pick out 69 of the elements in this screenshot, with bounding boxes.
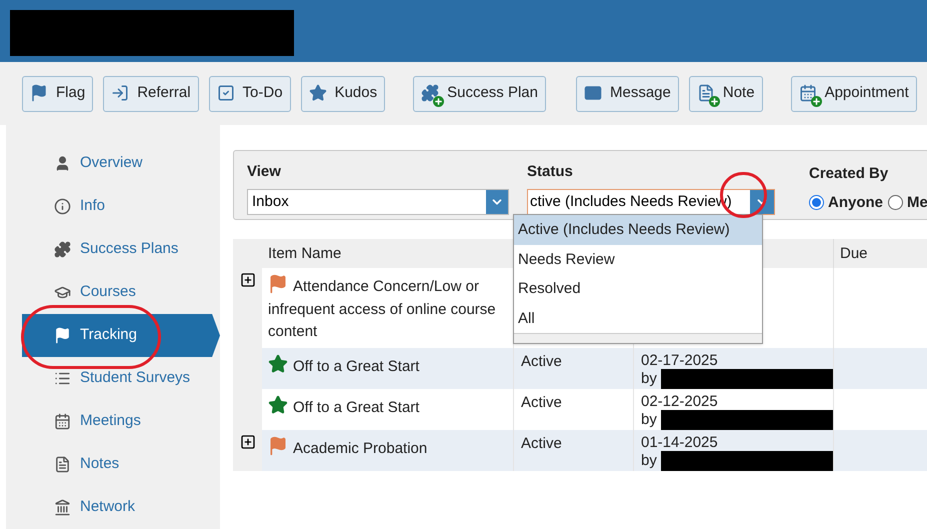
graduation-cap-icon [54,284,71,301]
document-icon [54,456,71,473]
flag-icon [268,436,288,456]
flag-icon [30,84,48,102]
star-icon [268,354,288,374]
puzzle-icon [54,241,71,258]
date-text: 01-14-2025 [641,434,719,450]
arrow-in-icon [111,84,130,102]
flag-icon [268,274,288,294]
expand-icon[interactable] [240,272,256,288]
toolbar-button[interactable]: Referral [103,76,199,112]
list-icon [54,370,71,387]
dropdown-option[interactable]: All [514,304,762,333]
by-text: by [641,370,657,387]
field-label: Status [527,162,574,182]
item-name: Off to a Great Start [268,398,420,416]
sidebar-item[interactable]: Meetings [22,400,220,443]
flag-icon [54,327,71,344]
sidebar-item[interactable]: Overview [22,142,220,185]
date-text: 02-17-2025 [641,352,719,368]
dropdown-option[interactable]: Needs Review [514,244,762,274]
dropdown-option[interactable]: Resolved [514,274,762,304]
toolbar-button[interactable]: Flag [22,76,94,112]
star-icon [308,84,327,102]
checkbox-icon [216,84,235,102]
expand-icon[interactable] [240,434,256,450]
person-icon [54,155,71,172]
sidebar-item[interactable]: Network [22,486,220,529]
toolbar-button[interactable]: Appointment [790,76,917,112]
plus-badge-icon [433,96,444,106]
item-name: Off to a Great Start [268,358,420,374]
item-name: Academic Probation [268,440,428,456]
by-text: by [641,411,657,428]
puzzle-icon [421,84,440,102]
item-name: Attendance Concern/Low or infrequent access of online course content [268,278,496,340]
field-label: View [247,162,282,182]
toolbar-button[interactable]: To-Do [208,76,291,112]
toolbar-button[interactable]: Message [576,76,679,112]
info-icon [54,198,71,215]
toolbar-button[interactable]: Note [688,76,763,112]
bank-icon [54,499,71,516]
view-select[interactable]: Inbox [247,188,509,214]
radio-option[interactable]: Me [888,192,927,214]
radio-option[interactable]: Anyone [809,192,884,214]
status-text: Active [521,352,562,370]
column-header: Item Name [267,244,342,264]
resize-grip[interactable] [514,333,762,343]
calendar-icon [54,413,71,430]
field-label: Created By [809,164,890,184]
radio-button[interactable] [809,195,824,210]
star-icon [268,394,288,414]
toolbar-button[interactable]: Kudos [300,76,386,112]
sidebar-item[interactable]: Notes [22,443,220,486]
sidebar-item[interactable]: Student Surveys [22,357,220,400]
status-text: Active [521,434,562,452]
sidebar-item[interactable]: Success Plans [22,228,220,271]
dropdown-option[interactable]: Active (Includes Needs Review) [514,215,762,244]
plus-badge-icon [810,96,822,106]
calendar-icon [798,84,817,102]
radio-button[interactable] [888,195,904,210]
plus-badge-icon [708,96,720,106]
by-text: by [641,452,657,469]
date-text: 02-12-2025 [641,392,719,410]
document-icon [696,84,715,102]
sidebar-item[interactable]: Info [22,185,220,228]
sidebar-item[interactable]: Courses [22,271,220,314]
status-text: Active [521,394,562,410]
toolbar-button[interactable]: Success Plan [413,76,546,112]
sidebar-item[interactable]: Tracking [22,314,220,357]
